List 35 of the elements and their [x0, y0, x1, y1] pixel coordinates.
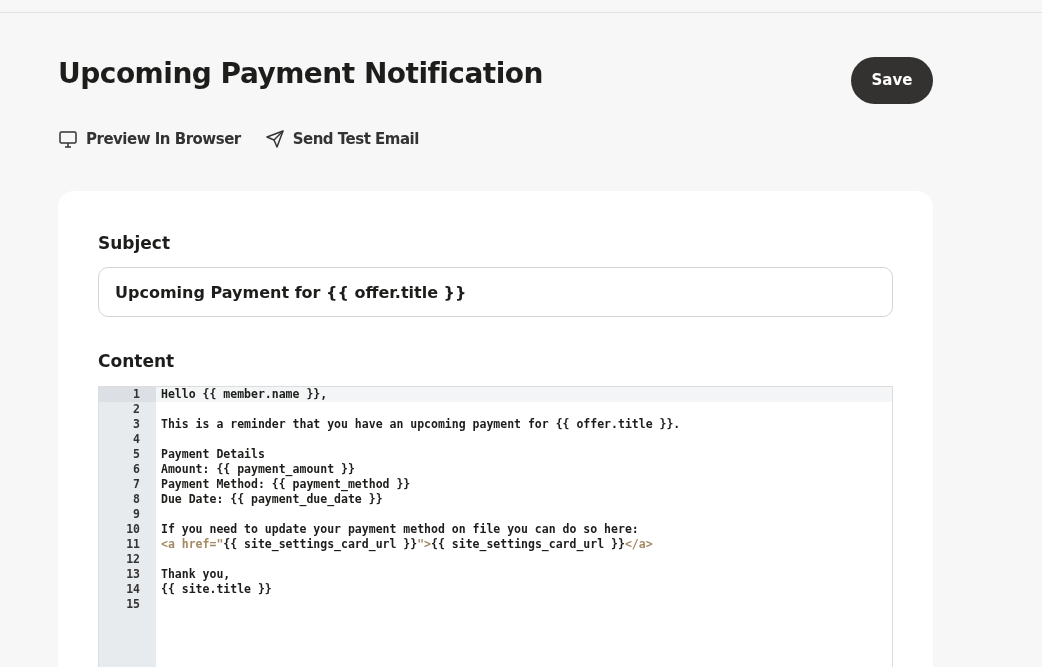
line-number: 8: [133, 491, 140, 506]
page-title: Upcoming Payment Notification: [58, 57, 543, 91]
code-line: Due Date: {{ payment_due_date }}: [161, 491, 383, 506]
line-number: 2: [133, 401, 140, 416]
line-number: 7: [133, 476, 140, 491]
code-line: Thank you,: [161, 566, 231, 581]
code-line: {{ site.title }}: [161, 581, 272, 596]
code-line: Amount: {{ payment_amount }}: [161, 461, 355, 476]
save-button[interactable]: Save: [851, 57, 933, 104]
line-number: 15: [126, 596, 140, 611]
line-number: 3: [133, 416, 140, 431]
code-line: Hello {{ member.name }},: [161, 386, 328, 401]
line-number: 12: [126, 551, 140, 566]
line-number: 4: [133, 431, 140, 446]
code-line: <a href="{{ site_settings_card_url }}">{{ site_settings_card_url }}</a>: [161, 536, 653, 551]
line-number: 13: [126, 566, 140, 581]
code-line: Payment Details: [161, 446, 265, 461]
send-icon: [264, 129, 285, 150]
line-number: 14: [126, 581, 140, 596]
line-number: 1: [133, 386, 140, 401]
code-line: This is a reminder that you have an upcoming payment for {{ offer.title }}.: [161, 416, 681, 431]
content-label: Content: [98, 350, 176, 373]
code-line: If you need to update your payment method on file you can do so here:: [161, 521, 639, 536]
subject-field[interactable]: Upcoming Payment for {{ offer.title }}: [98, 267, 893, 317]
subject-label: Subject: [98, 231, 172, 255]
send-test-email-link[interactable]: Send Test Email: [264, 128, 419, 151]
line-number: 10: [126, 521, 140, 536]
code-editor[interactable]: [98, 385, 893, 667]
line-number: 6: [133, 461, 140, 476]
line-number: 11: [126, 536, 140, 551]
code-line: Payment Method: {{ payment_method }}: [161, 476, 411, 491]
line-number: 9: [133, 506, 140, 521]
monitor-icon: [58, 129, 78, 150]
preview-link[interactable]: Preview In Browser: [58, 128, 241, 151]
line-number: 5: [133, 446, 140, 461]
